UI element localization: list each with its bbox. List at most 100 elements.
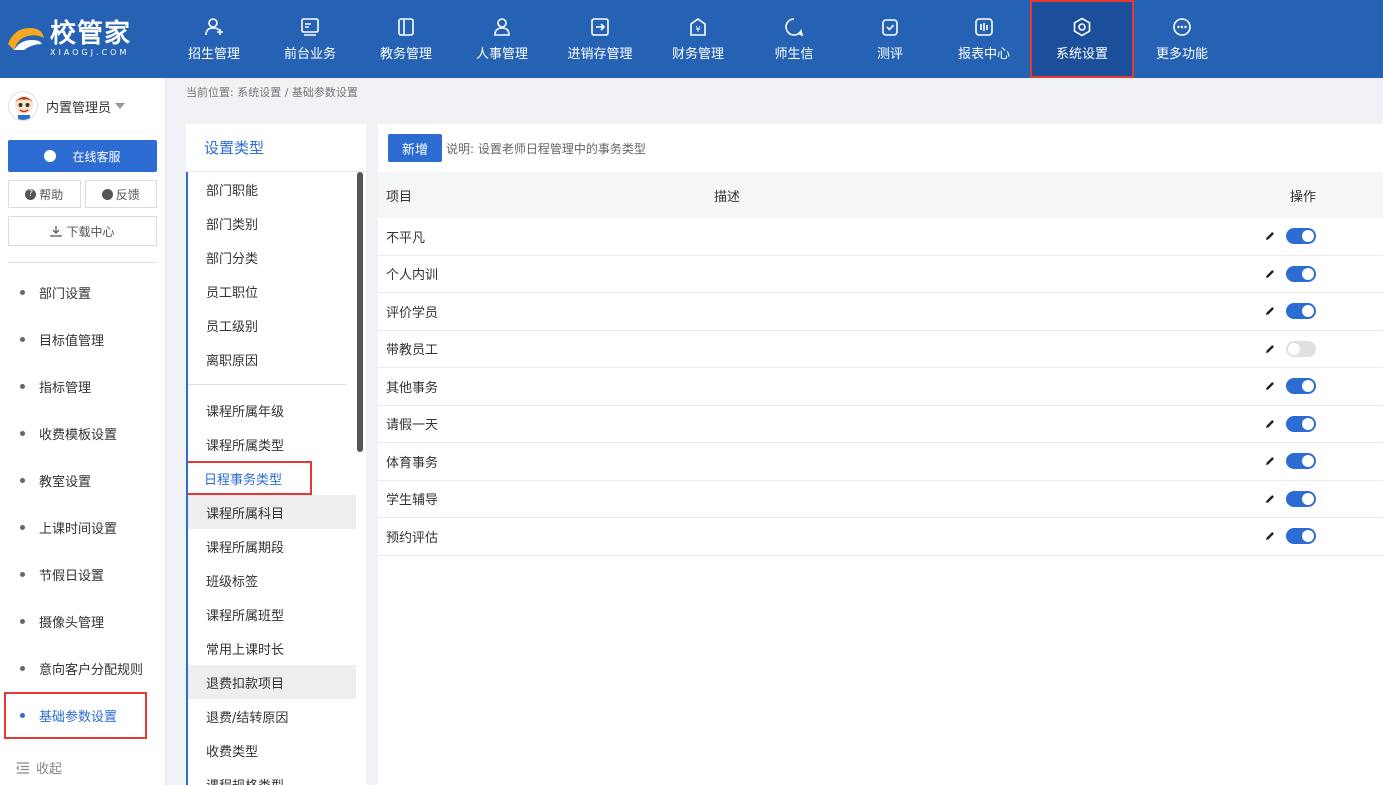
scrollbar-thumb[interactable] xyxy=(357,172,363,452)
table-header: 项目 描述 操作 xyxy=(378,172,1383,218)
setting-type-item[interactable]: 退费扣款项目 xyxy=(188,665,356,699)
help-button[interactable]: ? 帮助 xyxy=(8,180,81,208)
setting-type-item[interactable]: 课程规格类型 xyxy=(188,767,356,785)
sidebar-item[interactable]: 节假日设置 xyxy=(0,551,165,598)
edit-pencil-icon[interactable] xyxy=(1264,455,1276,467)
setting-type-title: 设置类型 xyxy=(186,124,366,172)
setting-type-item[interactable]: 课程所属班型 xyxy=(188,597,356,631)
setting-type-item[interactable]: 员工职位 xyxy=(188,274,356,308)
enable-toggle[interactable] xyxy=(1286,453,1316,470)
row-actions xyxy=(1260,340,1380,357)
nav-item-label: 更多功能 xyxy=(1155,46,1208,62)
edit-pencil-icon[interactable] xyxy=(1264,268,1276,280)
setting-type-item[interactable]: 员工级别 xyxy=(188,308,356,342)
report-icon xyxy=(975,17,993,36)
edit-pencil-icon[interactable] xyxy=(1264,305,1276,317)
bullet-icon xyxy=(20,525,25,530)
table-row: 不平凡 xyxy=(378,218,1383,256)
enable-toggle[interactable] xyxy=(1286,378,1316,395)
add-button[interactable]: 新增 xyxy=(388,134,442,162)
sidebar-item[interactable]: 收费模板设置 xyxy=(0,410,165,457)
row-item: 评价学员 xyxy=(386,305,439,321)
nav-item-10[interactable]: 更多功能 xyxy=(1134,0,1230,78)
setting-type-item[interactable]: 部门分类 xyxy=(188,240,356,274)
table-row: 请假一天 xyxy=(378,406,1383,443)
nav-item-6[interactable]: 师生信 xyxy=(746,0,842,78)
table-row: 体育事务 xyxy=(378,443,1383,481)
brand-name: 校管家 xyxy=(50,19,132,49)
setting-type-item[interactable]: 退费/结转原因 xyxy=(188,699,356,733)
sidebar-item-label: 部门设置 xyxy=(39,287,92,302)
sidebar-item[interactable]: 意向客户分配规则 xyxy=(0,645,165,692)
enable-toggle[interactable] xyxy=(1286,340,1316,357)
setting-type-item[interactable]: 部门职能 xyxy=(188,172,356,206)
download-center-button[interactable]: 下载中心 xyxy=(8,216,157,246)
setting-type-item[interactable]: 收费类型 xyxy=(188,733,356,767)
enable-toggle[interactable] xyxy=(1286,528,1316,545)
enable-toggle[interactable] xyxy=(1286,415,1316,432)
sidebar-item[interactable]: 上课时间设置 xyxy=(0,504,165,551)
book-icon xyxy=(398,17,414,36)
sidebar-item[interactable]: 教室设置 xyxy=(0,457,165,504)
scrollbar[interactable] xyxy=(356,172,366,785)
setting-type-item[interactable]: 日程事务类型 xyxy=(188,461,312,495)
setting-type-item[interactable]: 部门类别 xyxy=(188,206,356,240)
sidebar-item[interactable]: 部门设置 xyxy=(0,269,165,316)
inventory-icon xyxy=(591,17,609,36)
column-header-desc: 描述 xyxy=(714,189,741,205)
edit-pencil-icon[interactable] xyxy=(1264,530,1276,542)
enable-toggle[interactable] xyxy=(1286,303,1316,320)
edit-pencil-icon[interactable] xyxy=(1264,418,1276,430)
toolbar: 新增 说明: 设置老师日程管理中的事务类型 xyxy=(378,124,1383,172)
nav-item-label: 前台业务 xyxy=(283,46,336,62)
online-service-button[interactable]: 在线客服 xyxy=(8,140,157,172)
sidebar-item-label: 基础参数设置 xyxy=(39,710,118,725)
edit-pencil-icon[interactable] xyxy=(1264,380,1276,392)
nav-item-label: 人事管理 xyxy=(475,46,528,62)
enable-toggle[interactable] xyxy=(1286,265,1316,282)
bullet-icon xyxy=(20,619,25,624)
setting-type-item[interactable]: 班级标签 xyxy=(188,563,356,597)
feedback-button[interactable]: 反馈 xyxy=(84,180,157,208)
edit-pencil-icon[interactable] xyxy=(1264,230,1276,242)
nav-item-0[interactable]: 招生管理 xyxy=(166,0,262,78)
setting-type-item[interactable]: 离职原因 xyxy=(188,342,356,376)
enable-toggle[interactable] xyxy=(1286,228,1316,245)
sidebar-item[interactable]: 基础参数设置 xyxy=(4,692,147,739)
nav-item-1[interactable]: 前台业务 xyxy=(262,0,358,78)
person-icon xyxy=(494,17,510,36)
bullet-icon xyxy=(20,572,25,577)
nav-item-8[interactable]: 报表中心 xyxy=(938,0,1030,78)
nav-item-4[interactable]: 进销存管理 xyxy=(550,0,650,78)
setting-type-item[interactable]: 常用上课时长 xyxy=(188,631,356,665)
bullet-icon xyxy=(20,290,25,295)
setting-type-item[interactable]: 课程所属期段 xyxy=(188,529,356,563)
enable-toggle[interactable] xyxy=(1286,490,1316,507)
setting-type-item[interactable]: 课程所属类型 xyxy=(188,427,356,461)
row-actions xyxy=(1260,528,1380,545)
user-menu[interactable]: 内置管理员 xyxy=(0,78,165,134)
setting-type-item[interactable]: 课程所属年级 xyxy=(188,393,356,427)
nav-item-label: 师生信 xyxy=(774,46,814,62)
nav-item-5[interactable]: ¥ 财务管理 xyxy=(650,0,746,78)
row-item: 体育事务 xyxy=(386,455,439,471)
row-item: 请假一天 xyxy=(386,418,439,434)
chevron-down-icon xyxy=(115,103,126,109)
sidebar-item-label: 指标管理 xyxy=(39,381,92,396)
collapse-button[interactable]: 收起 xyxy=(16,758,62,777)
nav-item-2[interactable]: 教务管理 xyxy=(358,0,454,78)
sidebar-item[interactable]: 目标值管理 xyxy=(0,316,165,363)
sidebar-item[interactable]: 指标管理 xyxy=(0,363,165,410)
collapse-icon xyxy=(16,761,29,774)
setting-type-item[interactable]: 课程所属科目 xyxy=(188,495,356,529)
edit-pencil-icon[interactable] xyxy=(1264,343,1276,355)
main-nav: 招生管理 前台业务 教务管理 人事管理 进销存管理 ¥ 财务管理 师生信 测评 报表中心 系统设置 更… xyxy=(166,0,1230,78)
schedule-type-panel: 新增 说明: 设置老师日程管理中的事务类型 项目 描述 操作 不平凡 个人内训 评价… xyxy=(378,124,1383,785)
nav-item-3[interactable]: 人事管理 xyxy=(454,0,550,78)
nav-item-9[interactable]: 系统设置 xyxy=(1030,0,1134,78)
frontdesk-icon xyxy=(301,17,319,36)
edit-pencil-icon[interactable] xyxy=(1264,493,1276,505)
sidebar-item[interactable]: 摄像头管理 xyxy=(0,598,165,645)
brand-logo[interactable]: 校管家 XIAOGJ.COM xyxy=(0,0,166,78)
nav-item-7[interactable]: 测评 xyxy=(842,0,938,78)
